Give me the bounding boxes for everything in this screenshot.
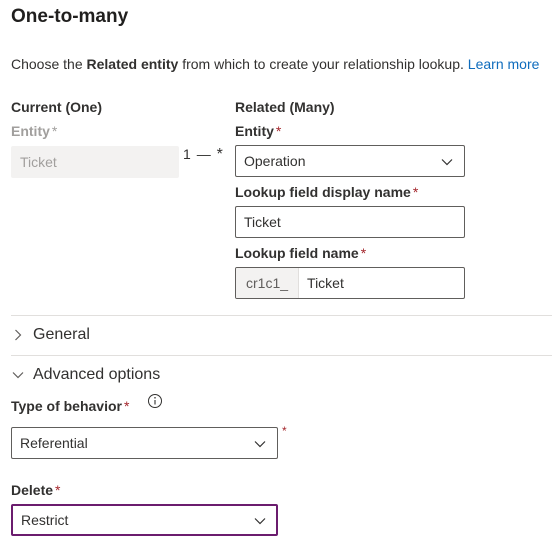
required-mark: * bbox=[51, 123, 58, 139]
chevron-down-icon bbox=[441, 159, 453, 166]
behavior-label-text: Type of behavior bbox=[11, 398, 122, 414]
connector-one: 1 bbox=[183, 146, 191, 162]
lookup-name-label: Lookup field name * bbox=[235, 245, 366, 261]
lookup-name-label-text: Lookup field name bbox=[235, 245, 359, 261]
description: Choose the Related entity from which to … bbox=[11, 56, 539, 72]
learn-more-link[interactable]: Learn more bbox=[468, 56, 540, 72]
current-entity-field: Ticket bbox=[11, 146, 179, 178]
description-bold: Related entity bbox=[86, 56, 179, 72]
divider bbox=[11, 315, 552, 316]
page-title: One-to-many bbox=[11, 6, 129, 27]
chevron-down-icon bbox=[12, 372, 24, 379]
delete-value: Restrict bbox=[21, 512, 69, 528]
current-heading: Current (One) bbox=[11, 99, 102, 115]
chevron-down-icon bbox=[254, 441, 266, 448]
advanced-section-toggle[interactable]: Advanced options bbox=[11, 366, 160, 384]
connector-dash: — bbox=[196, 146, 211, 162]
lookup-name-input[interactable]: cr1c1_ Ticket bbox=[235, 267, 465, 299]
delete-label-text: Delete bbox=[11, 482, 54, 498]
current-entity-value: Ticket bbox=[20, 154, 57, 170]
lookup-display-value: Ticket bbox=[244, 214, 281, 230]
related-heading: Related (Many) bbox=[235, 99, 335, 115]
description-suffix: from which to create your relationship l… bbox=[178, 56, 468, 72]
chevron-right-icon bbox=[15, 329, 22, 341]
required-mark: * bbox=[55, 482, 61, 498]
general-section-label: General bbox=[33, 326, 90, 343]
general-section-toggle[interactable]: General bbox=[11, 326, 90, 344]
lookup-name-value: Ticket bbox=[307, 275, 344, 291]
required-mark: * bbox=[412, 184, 419, 200]
required-mark: * bbox=[123, 398, 130, 414]
lookup-display-input[interactable]: Ticket bbox=[235, 206, 465, 238]
related-entity-dropdown[interactable]: Operation bbox=[235, 145, 465, 177]
related-entity-label: Entity * bbox=[235, 123, 281, 139]
related-entity-label-text: Entity bbox=[235, 123, 274, 139]
behavior-label: Type of behavior * bbox=[11, 398, 129, 414]
description-prefix: Choose the bbox=[11, 56, 87, 72]
delete-label: Delete * bbox=[11, 482, 60, 498]
required-mark: * bbox=[282, 424, 287, 438]
chevron-down-icon bbox=[254, 518, 266, 525]
current-entity-label-text: Entity bbox=[11, 123, 50, 139]
related-entity-value: Operation bbox=[244, 153, 306, 169]
required-mark: * bbox=[275, 123, 282, 139]
behavior-value: Referential bbox=[20, 435, 88, 451]
relationship-connector: 1 — * bbox=[183, 146, 223, 164]
behavior-dropdown[interactable]: Referential bbox=[11, 427, 278, 459]
lookup-display-label: Lookup field display name * bbox=[235, 184, 418, 200]
lookup-display-label-text: Lookup field display name bbox=[235, 184, 411, 200]
current-entity-label: Entity * bbox=[11, 123, 57, 139]
lookup-name-prefix: cr1c1_ bbox=[236, 268, 300, 298]
delete-dropdown[interactable]: Restrict bbox=[11, 504, 278, 536]
divider bbox=[11, 355, 552, 356]
info-icon[interactable] bbox=[147, 393, 163, 409]
advanced-section-label: Advanced options bbox=[33, 366, 161, 383]
required-mark: * bbox=[360, 245, 367, 261]
connector-many: * bbox=[216, 146, 223, 163]
